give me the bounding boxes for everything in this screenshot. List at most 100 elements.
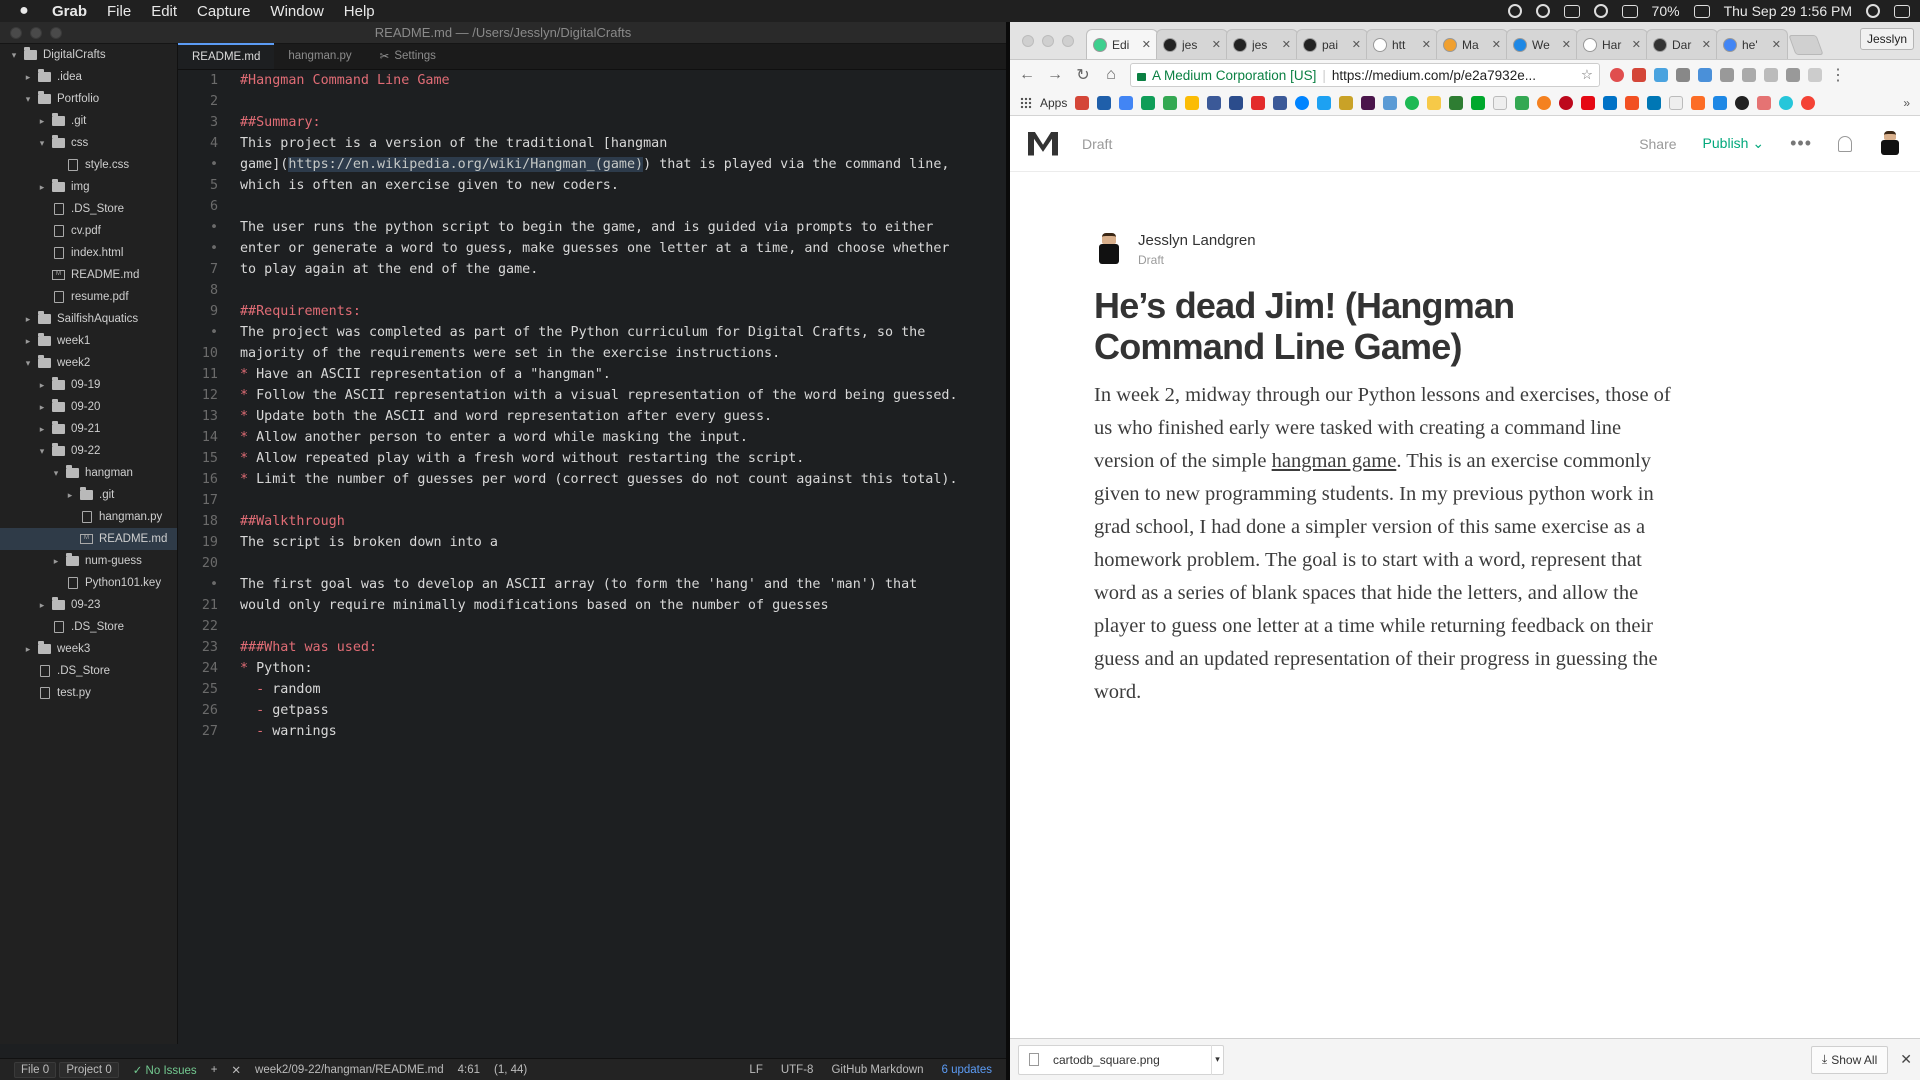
bookmark-pinterest-icon[interactable]: [1559, 95, 1574, 110]
menu-help[interactable]: Help: [344, 3, 375, 20]
close-tab-icon[interactable]: ✕: [1772, 38, 1781, 51]
close-tab-icon[interactable]: ✕: [1702, 38, 1711, 51]
chrome-minimize-button[interactable]: [1042, 35, 1054, 47]
diamond-ext-icon[interactable]: [1698, 68, 1712, 82]
chevron-right-icon[interactable]: ▸: [36, 182, 48, 193]
tree-item[interactable]: style.css: [0, 154, 177, 176]
close-tab-icon[interactable]: ✕: [1352, 38, 1361, 51]
tree-item[interactable]: ▾ Portfolio: [0, 88, 177, 110]
code-line[interactable]: #Hangman Command Line Game: [240, 70, 1006, 91]
code-line[interactable]: The script is broken down into a: [240, 532, 1006, 553]
tree-item[interactable]: Python101.key: [0, 572, 177, 594]
chevron-right-icon[interactable]: ▸: [36, 402, 48, 413]
browser-tab[interactable]: Ma ✕: [1436, 29, 1508, 59]
chevron-down-icon[interactable]: ▾: [22, 94, 34, 105]
file-count[interactable]: File 0: [14, 1061, 57, 1078]
user-avatar[interactable]: [1878, 130, 1902, 157]
profile-button[interactable]: Jesslyn: [1859, 28, 1914, 50]
code-line[interactable]: * Have an ASCII representation of a "han…: [240, 364, 1006, 385]
bookmark-inbox-icon[interactable]: [1097, 95, 1112, 110]
forward-icon[interactable]: →: [1046, 66, 1064, 84]
author-avatar[interactable]: [1094, 232, 1124, 267]
chrome-close-button[interactable]: [1022, 35, 1034, 47]
tree-item[interactable]: ▸ SailfishAquatics: [0, 308, 177, 330]
project-tree[interactable]: ▾ DigitalCrafts ▸ .idea ▾ Portfolio ▸ .git ▾ css s…: [0, 44, 178, 1044]
bookmark-star-icon[interactable]: ☆: [1581, 67, 1593, 83]
tree-item[interactable]: M README.md: [0, 528, 177, 550]
display-icon[interactable]: [1621, 4, 1638, 18]
hangman-game-link[interactable]: hangman game: [1272, 450, 1397, 472]
tree-item[interactable]: cv.pdf: [0, 220, 177, 242]
chevron-down-icon[interactable]: ▾: [36, 446, 48, 457]
tree-item[interactable]: ▸ img: [0, 176, 177, 198]
bookmark-page-icon[interactable]: [1493, 95, 1508, 110]
back-icon[interactable]: ←: [1018, 66, 1036, 84]
code-line[interactable]: * Python:: [240, 658, 1006, 679]
bookmark-calendar-icon[interactable]: [1119, 95, 1134, 110]
more-options-icon[interactable]: •••: [1790, 133, 1812, 154]
browser-tab[interactable]: jes ✕: [1156, 29, 1228, 59]
bookmark-gmail-icon[interactable]: [1075, 95, 1090, 110]
close-tab-icon[interactable]: ✕: [1282, 38, 1291, 51]
minimize-window-button[interactable]: [30, 27, 42, 39]
code-line[interactable]: [240, 91, 1006, 112]
browser-tab[interactable]: htt ✕: [1366, 29, 1438, 59]
bookmarks-overflow-icon[interactable]: »: [1903, 96, 1910, 110]
download-item[interactable]: cartodb_square.png ▾: [1018, 1044, 1224, 1075]
code-line[interactable]: game](https://en.wikipedia.org/wiki/Hang…: [240, 154, 1006, 175]
address-bar[interactable]: A Medium Corporation [US] | https://medi…: [1130, 63, 1600, 87]
menu-edit[interactable]: Edit: [151, 3, 177, 20]
bookmark-photos-icon[interactable]: [1185, 95, 1200, 110]
browser-tab[interactable]: pai ✕: [1296, 29, 1368, 59]
tab-settings[interactable]: ✂ Settings: [366, 43, 450, 69]
spotlight-icon[interactable]: [1866, 4, 1880, 18]
code-line[interactable]: [240, 742, 1006, 763]
code-line[interactable]: - getpass: [240, 700, 1006, 721]
bookmark-play-icon[interactable]: [1515, 95, 1530, 110]
new-tab-button[interactable]: [1788, 35, 1824, 55]
tab-readme[interactable]: README.md: [178, 43, 275, 69]
dropbox-icon[interactable]: [1507, 4, 1522, 18]
bookmark-orange-icon[interactable]: [1537, 95, 1552, 110]
tree-item[interactable]: .DS_Store: [0, 198, 177, 220]
tree-item[interactable]: test.py: [0, 682, 177, 704]
cloud-ext-icon[interactable]: [1654, 68, 1668, 82]
bookmark-outlook-icon[interactable]: [1603, 95, 1618, 110]
reload-icon[interactable]: ↻: [1074, 65, 1092, 85]
code-line[interactable]: * Allow another person to enter a word w…: [240, 427, 1006, 448]
code-line[interactable]: * Limit the number of guesses per word (…: [240, 469, 1006, 490]
close-downloads-icon[interactable]: ✕: [1900, 1051, 1912, 1068]
text-editor[interactable]: 1 2 3 4 • 5 6 • • 7 8 9 • 10 11 12 13 14 15 16 17 18 19 20 • 21 22…: [178, 70, 1006, 1030]
close-tab-icon[interactable]: ✕: [1492, 38, 1501, 51]
tree-item[interactable]: ▾ DigitalCrafts: [0, 44, 177, 66]
home-icon[interactable]: ⌂: [1102, 66, 1120, 84]
code-line[interactable]: ##Summary:: [240, 112, 1006, 133]
code-lines[interactable]: #Hangman Command Line Game ##Summary: This…: [240, 70, 1006, 1030]
bookmark-bird-icon[interactable]: [1383, 95, 1398, 110]
chevron-right-icon[interactable]: ▸: [22, 644, 34, 655]
project-count[interactable]: Project 0: [59, 1061, 119, 1078]
code-line[interactable]: [240, 490, 1006, 511]
bookmark-facebook-icon[interactable]: [1273, 95, 1288, 110]
story-paragraph[interactable]: In week 2, midway through our Python les…: [1094, 379, 1674, 709]
browser-tab[interactable]: Har ✕: [1576, 29, 1648, 59]
bookmark-drive-icon[interactable]: [1141, 95, 1156, 110]
bookmark-pink-icon[interactable]: [1757, 95, 1772, 110]
close-tab-icon[interactable]: ✕: [1632, 38, 1641, 51]
bookmark-blue-icon[interactable]: [1207, 95, 1222, 110]
menu-capture[interactable]: Capture: [197, 3, 250, 20]
puzzle-ext-icon[interactable]: [1720, 68, 1734, 82]
bookmark-photo-icon[interactable]: [1713, 95, 1728, 110]
bookmark-slack-icon[interactable]: [1361, 95, 1376, 110]
close-tab-icon[interactable]: ✕: [1562, 38, 1571, 51]
tree-item[interactable]: ▸ .idea: [0, 66, 177, 88]
chrome-zoom-button[interactable]: [1062, 35, 1074, 47]
code-line[interactable]: to play again at the end of the game.: [240, 259, 1006, 280]
download-menu-icon[interactable]: ▾: [1211, 1044, 1223, 1075]
code-line[interactable]: [240, 280, 1006, 301]
battery-percent[interactable]: 70%: [1652, 3, 1680, 19]
chevron-down-icon[interactable]: ▾: [50, 468, 62, 479]
ev-certificate-label[interactable]: A Medium Corporation [US]: [1152, 68, 1316, 83]
chevron-right-icon[interactable]: ▸: [50, 556, 62, 567]
medium-logo-icon[interactable]: [1028, 131, 1058, 156]
